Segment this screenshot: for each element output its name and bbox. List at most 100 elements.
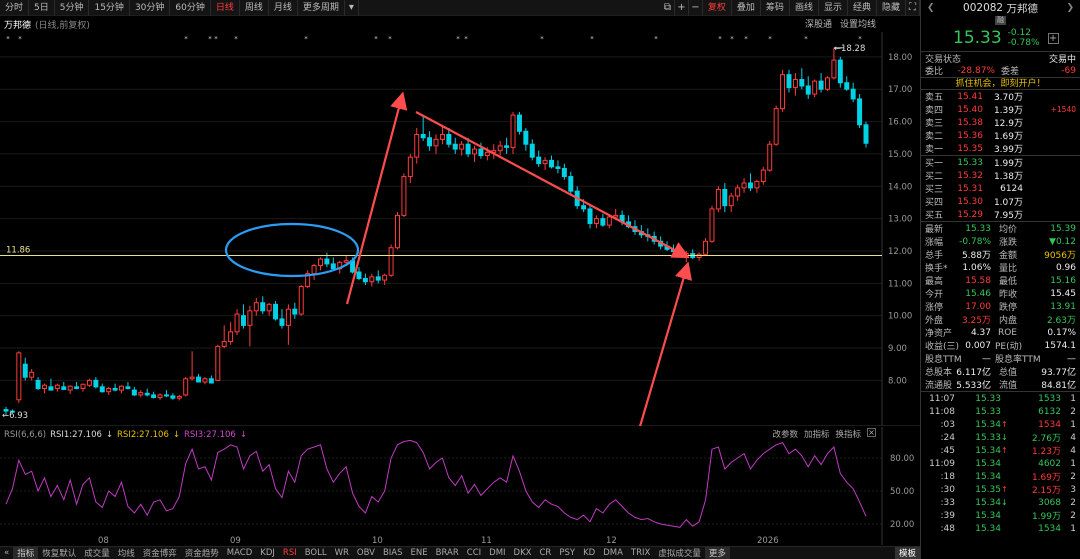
indicator-tab[interactable]: CCI bbox=[463, 548, 485, 558]
indicator-tab[interactable]: DMA bbox=[599, 548, 627, 558]
event-marker[interactable]: * bbox=[718, 35, 722, 43]
indicator-tab[interactable]: 指标 bbox=[13, 547, 39, 559]
event-marker[interactable]: * bbox=[744, 35, 748, 43]
event-marker[interactable]: * bbox=[858, 35, 862, 43]
add-watchlist-icon[interactable]: + bbox=[1047, 32, 1059, 44]
level-label: 卖四 bbox=[925, 106, 944, 116]
event-marker[interactable]: * bbox=[304, 35, 308, 43]
event-marker[interactable]: * bbox=[18, 35, 22, 43]
indicator-tab[interactable]: ENE bbox=[407, 548, 432, 558]
next-stock-icon[interactable]: ❯ bbox=[1066, 3, 1074, 13]
toolbar-5-button[interactable]: 经典 bbox=[848, 0, 877, 16]
close-icon[interactable]: × bbox=[867, 428, 876, 437]
indicator-tab[interactable]: BIAS bbox=[379, 548, 407, 558]
toolbar-6-button[interactable]: 隐藏 bbox=[877, 0, 906, 16]
stock-code: 002082 bbox=[963, 2, 1004, 14]
switch-indicator-button[interactable]: 换指标 bbox=[835, 428, 861, 440]
stat-value: 4.37 bbox=[970, 327, 991, 338]
event-marker[interactable]: * bbox=[184, 35, 188, 43]
event-marker[interactable]: * bbox=[6, 35, 10, 43]
event-marker[interactable]: * bbox=[388, 35, 392, 43]
tick-count: 1 bbox=[1070, 393, 1076, 404]
fullscreen-icon[interactable]: ⛶ bbox=[906, 0, 920, 16]
indicator-tab[interactable]: DKX bbox=[510, 548, 536, 558]
toolbar-1-button[interactable]: 叠加 bbox=[732, 0, 761, 16]
tick-volume: 6132 bbox=[1038, 406, 1061, 417]
tick-price: 15.33 bbox=[975, 393, 1001, 404]
stat-label: 换手* bbox=[925, 264, 948, 274]
event-marker[interactable]: * bbox=[234, 35, 238, 43]
indicator-tab[interactable]: 资金趋势 bbox=[181, 547, 223, 559]
indicator-tab[interactable]: 恢复默认 bbox=[38, 547, 80, 559]
indicator-tab[interactable]: 均线 bbox=[114, 547, 139, 559]
scroll-left-icon[interactable]: « bbox=[0, 548, 13, 558]
indicator-tab[interactable]: CR bbox=[536, 548, 556, 558]
event-marker[interactable]: * bbox=[208, 35, 212, 43]
indicator-tab[interactable]: 更多 bbox=[704, 547, 730, 559]
event-marker[interactable]: * bbox=[804, 35, 808, 43]
stat-value: 15.58 bbox=[965, 275, 991, 286]
period-tab[interactable]: 15分钟 bbox=[89, 0, 130, 16]
period-tab[interactable]: 周线 bbox=[240, 0, 269, 16]
period-tab[interactable]: 更多周期 bbox=[298, 0, 345, 16]
indicator-tab[interactable]: MACD bbox=[223, 548, 256, 558]
indicator-tab[interactable]: OBV bbox=[353, 548, 379, 558]
indicator-tab[interactable]: RSI bbox=[279, 548, 301, 558]
period-tab[interactable]: 月线 bbox=[269, 0, 298, 16]
set-ma-link[interactable]: 设置均线 bbox=[840, 17, 876, 30]
indicator-tab[interactable]: DMI bbox=[485, 548, 509, 558]
candle bbox=[561, 163, 567, 180]
tick-volume: 4602 bbox=[1038, 458, 1061, 469]
candle bbox=[472, 145, 477, 163]
event-marker[interactable]: * bbox=[654, 35, 658, 43]
open-account-link[interactable]: 抓住机会，即刻开户！ bbox=[921, 77, 1080, 90]
event-marker[interactable]: * bbox=[590, 35, 594, 43]
indicator-tab[interactable]: PSY bbox=[555, 548, 579, 558]
indicator-tab[interactable]: KD bbox=[579, 548, 599, 558]
minus-icon[interactable]: − bbox=[689, 0, 703, 16]
hk-connect-link[interactable]: 深股通 bbox=[805, 17, 832, 30]
event-marker[interactable]: * bbox=[456, 35, 460, 43]
toolbar-4-button[interactable]: 显示 bbox=[819, 0, 848, 16]
blue-circle-annotation[interactable] bbox=[224, 222, 360, 278]
period-tab[interactable]: 30分钟 bbox=[130, 0, 171, 16]
edit-params-button[interactable]: 改参数 bbox=[772, 428, 798, 440]
period-tab[interactable]: 5日 bbox=[29, 0, 55, 16]
indicator-tab[interactable]: KDJ bbox=[256, 548, 279, 558]
event-marker[interactable]: * bbox=[730, 35, 734, 43]
level-price: 15.32 bbox=[957, 170, 983, 181]
event-marker[interactable]: * bbox=[374, 35, 378, 43]
stock-name: 万邦德 bbox=[1006, 2, 1038, 15]
toolbar-3-button[interactable]: 画线 bbox=[790, 0, 819, 16]
period-tab[interactable]: 日线 bbox=[211, 0, 240, 16]
rsi2-down-icon: ↓ bbox=[172, 429, 180, 440]
event-marker[interactable]: * bbox=[464, 35, 468, 43]
indicator-tab[interactable]: 资金博弈 bbox=[139, 547, 181, 559]
period-tab[interactable]: 分时 bbox=[0, 0, 30, 16]
indicator-tab[interactable]: 成交量 bbox=[80, 547, 114, 559]
event-marker[interactable]: * bbox=[540, 35, 544, 43]
indicator-tab[interactable]: 模板 bbox=[894, 547, 920, 559]
period-tab[interactable]: 60分钟 bbox=[170, 0, 211, 16]
rsi-chart[interactable]: 08 09 10 11 12 2026 80.00 50.00 20.00 bbox=[0, 427, 920, 545]
event-marker[interactable]: * bbox=[768, 35, 772, 43]
add-icon[interactable]: + bbox=[675, 0, 689, 16]
indicator-tab[interactable]: BOLL bbox=[301, 548, 331, 558]
toolbar-0-button[interactable]: 复权 bbox=[703, 0, 732, 16]
period-tab[interactable]: 5分钟 bbox=[55, 0, 90, 16]
event-marker[interactable]: * bbox=[214, 35, 218, 43]
candlestick-chart[interactable]: 18.00 17.00 16.00 15.00 14.00 13.00 12.00 11.00… bbox=[0, 32, 920, 426]
arrow-up-icon: ↑ bbox=[1001, 420, 1008, 429]
indicator-tab[interactable]: 虚拟成交量 bbox=[654, 547, 705, 559]
toolbar-2-button[interactable]: 筹码 bbox=[761, 0, 790, 16]
prev-stock-icon[interactable]: ❮ bbox=[927, 3, 935, 13]
chevron-down-icon[interactable]: ▾ bbox=[345, 0, 359, 16]
red-down-arrow-annotation[interactable] bbox=[415, 111, 690, 259]
indicator-tab[interactable]: BRAR bbox=[432, 548, 463, 558]
copy-icon[interactable]: ⧉ bbox=[661, 0, 675, 16]
indicator-tab[interactable]: WR bbox=[331, 548, 353, 558]
add-indicator-button[interactable]: 加指标 bbox=[804, 428, 830, 440]
indicator-tab[interactable]: TRIX bbox=[627, 548, 654, 558]
stat-label: PE(动) bbox=[995, 342, 1023, 352]
candle bbox=[529, 139, 535, 161]
